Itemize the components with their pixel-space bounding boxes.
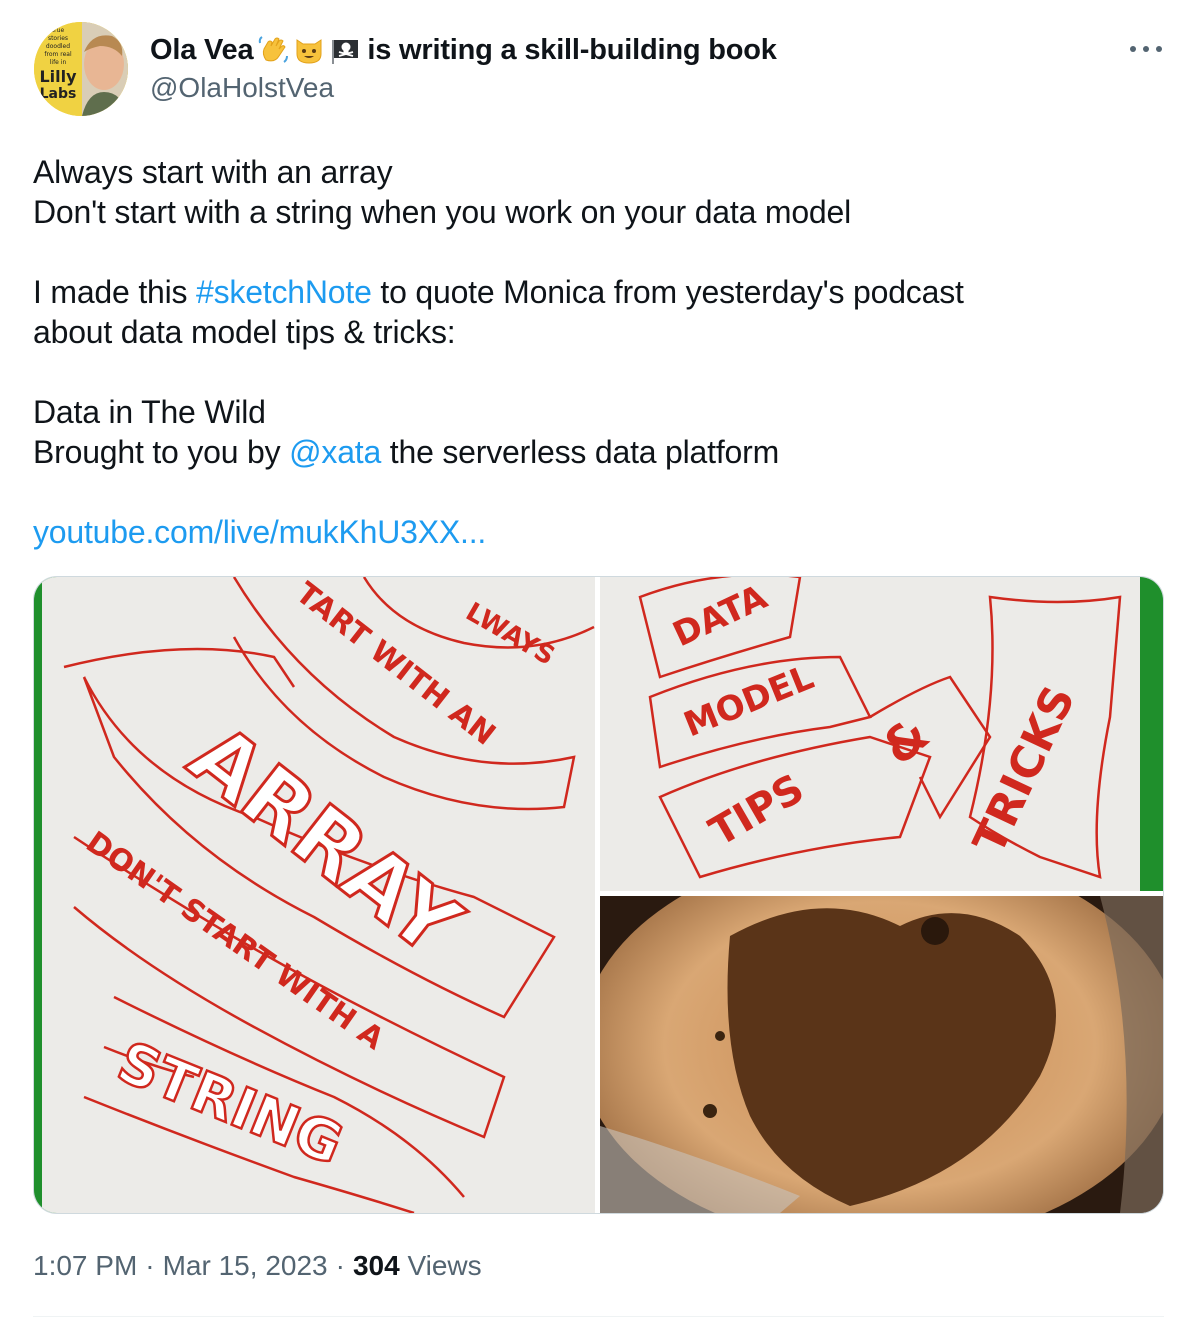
tweet-text-fragment: I made this	[33, 274, 197, 310]
youtube-link[interactable]: youtube.com/live/mukKhU3XX...	[33, 514, 486, 550]
more-options-icon[interactable]	[1124, 34, 1168, 64]
sketchnote-tips-image[interactable]: DATA MODEL TIPS & TRICKS	[600, 577, 1163, 891]
tweet: true stories doodled from real life in L…	[0, 0, 1196, 1326]
pirate-flag-icon	[329, 34, 361, 66]
avatar-badge-line: from real	[44, 51, 72, 58]
user-handle[interactable]: @OlaHolstVea	[150, 72, 777, 104]
avatar-badge-line: true	[52, 27, 65, 34]
mention-link[interactable]: @xata	[289, 434, 381, 470]
tweet-text-fragment: Brought to you by	[33, 434, 290, 470]
meta-separator: ·	[145, 1250, 155, 1281]
tweet-meta: 1:07 PM · Mar 15, 2023 · 304 Views	[33, 1250, 482, 1282]
tweet-date[interactable]: Mar 15, 2023	[163, 1250, 328, 1281]
tweet-line: Always start with an array	[33, 154, 393, 190]
display-name[interactable]: Ola Vea	[150, 34, 254, 67]
tweet-line: youtube.com/live/mukKhU3XX...	[33, 512, 1153, 552]
cat-face-icon	[293, 34, 325, 66]
dot	[1143, 46, 1149, 52]
name-row: Ola Vea is writing a skill-building book	[150, 30, 777, 70]
avatar-badge-line: life in	[50, 59, 67, 66]
tweet-text: Always start with an array Don't start w…	[33, 152, 1153, 552]
avatar-badge-line: stories	[48, 35, 68, 42]
avatar[interactable]: true stories doodled from real life in L…	[34, 22, 128, 116]
waving-hand-icon	[257, 34, 289, 66]
hashtag-link[interactable]: #sketchNote	[196, 274, 372, 310]
dot	[1130, 46, 1136, 52]
tweet-line: Brought to you by @xata the serverless d…	[33, 432, 1153, 472]
meta-separator: ·	[335, 1250, 345, 1281]
views-label: Views	[407, 1250, 482, 1281]
tweet-time[interactable]: 1:07 PM	[33, 1250, 137, 1281]
avatar-badge-line: Lilly	[39, 67, 77, 86]
sketchnote-array-image[interactable]: LWAYS TART WITH AN ARRAY DON'T START WIT…	[34, 577, 595, 1213]
divider	[33, 1316, 1164, 1317]
tweet-line: about data model tips & tricks:	[33, 314, 456, 350]
tweet-text-fragment: the serverless data platform	[381, 434, 780, 470]
tweet-line: Data in The Wild	[33, 394, 266, 430]
coffee-heart-image[interactable]	[600, 896, 1163, 1213]
media-grid: LWAYS TART WITH AN ARRAY DON'T START WIT…	[33, 576, 1164, 1214]
display-name-suffix: is writing a skill-building book	[367, 33, 777, 66]
author-block: Ola Vea is writing a skill-building book…	[150, 30, 777, 104]
tweet-line: Don't start with a string when you work …	[33, 194, 852, 230]
views-count: 304	[352, 1250, 400, 1281]
dot	[1156, 46, 1162, 52]
avatar-badge-line: Labs	[40, 86, 77, 102]
avatar-badge-line: doodled	[46, 43, 70, 50]
tweet-line: I made this #sketchNote to quote Monica …	[33, 272, 1153, 312]
tweet-text-fragment: to quote Monica from yesterday's podcast	[371, 274, 964, 310]
